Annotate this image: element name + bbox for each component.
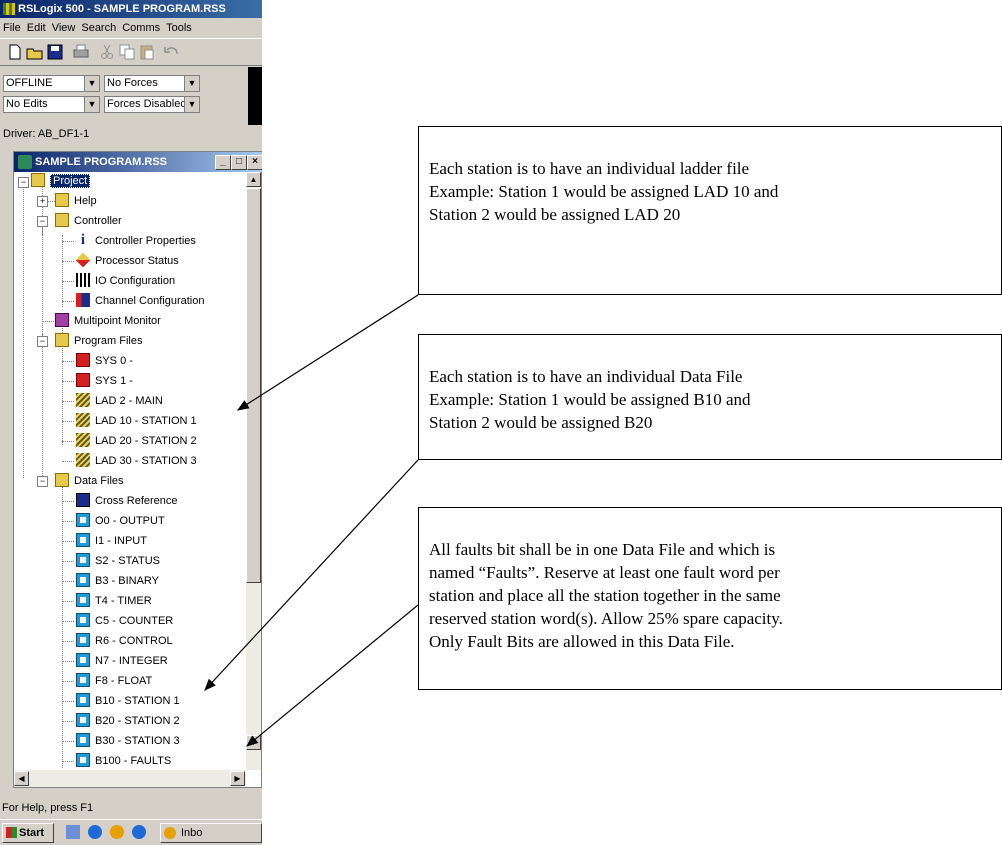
callout-arrows <box>204 294 419 747</box>
arrow-to-lad2 <box>236 294 419 411</box>
arrow-to-b100 <box>246 604 419 747</box>
arrow-to-b10 <box>204 459 419 691</box>
